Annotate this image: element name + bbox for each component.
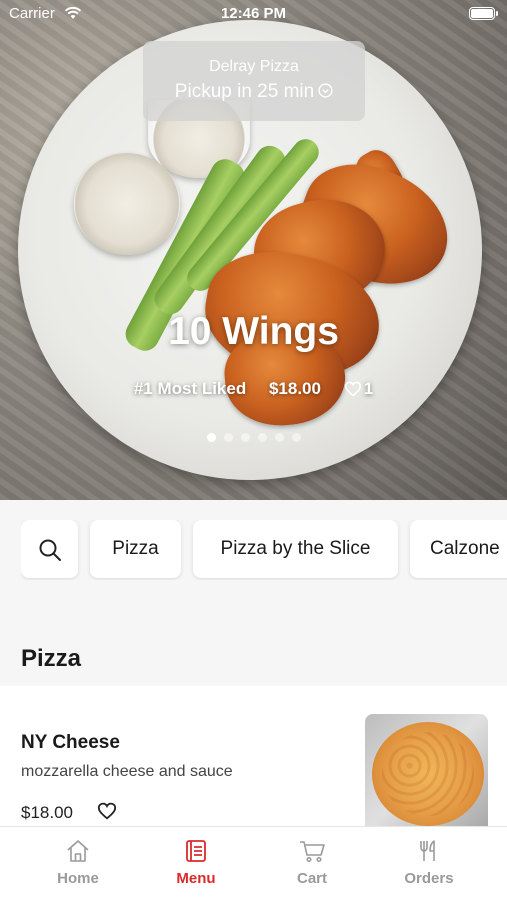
section-title: Pizza	[21, 645, 82, 672]
store-selector[interactable]: Delray Pizza Pickup in 25 min	[143, 41, 365, 121]
pizza-image	[372, 722, 484, 826]
battery-icon	[469, 7, 498, 20]
tab-label: Menu	[176, 870, 216, 887]
hero-meta: #1 Most Liked $18.00 1	[0, 379, 507, 399]
carousel-dot[interactable]	[257, 433, 267, 442]
carousel-dot[interactable]	[206, 433, 216, 442]
cart-icon	[300, 841, 325, 863]
heart-icon[interactable]	[97, 802, 117, 820]
utensils-icon	[420, 840, 435, 861]
heart-icon	[344, 381, 361, 397]
tab-cart[interactable]: Cart	[249, 827, 375, 900]
tab-home[interactable]: Home	[15, 827, 141, 900]
carousel-dots[interactable]	[0, 429, 507, 447]
carousel-dot[interactable]	[240, 433, 250, 442]
tab-label: Home	[57, 870, 99, 887]
hero-tag: #1 Most Liked	[133, 379, 247, 398]
category-bar: Pizza Pizza by the Slice Calzone	[21, 520, 507, 580]
tab-menu[interactable]: Menu	[133, 827, 259, 900]
item-description: mozzarella cheese and sauce	[21, 763, 233, 780]
category-chip-pizza-by-the-slice[interactable]: Pizza by the Slice	[193, 520, 398, 578]
carousel-dot[interactable]	[223, 433, 233, 442]
store-name: Delray Pizza	[209, 58, 299, 75]
hero-like-button[interactable]: 1	[344, 379, 373, 398]
status-time: 12:46 PM	[220, 5, 287, 22]
home-icon	[67, 840, 89, 862]
status-bar: Carrier 12:46 PM	[0, 0, 507, 28]
hero-title: 10 Wings	[168, 310, 339, 353]
tab-label: Orders	[404, 870, 454, 887]
tab-orders[interactable]: Orders	[366, 827, 492, 900]
search-icon	[39, 539, 61, 561]
item-image[interactable]	[365, 714, 488, 826]
category-chip-pizza[interactable]: Pizza	[90, 520, 181, 578]
tab-bar: Home Menu Cart Orders	[0, 826, 507, 900]
pickup-time: Pickup in 25 min	[143, 81, 365, 103]
tab-label: Cart	[296, 870, 327, 887]
item-price: $18.00	[21, 803, 73, 822]
carousel-dot[interactable]	[274, 433, 284, 442]
item-name: NY Cheese	[21, 732, 120, 753]
dip-cup-image	[74, 153, 180, 255]
search-button[interactable]	[21, 520, 78, 578]
category-chip-calzone[interactable]: Calzone	[410, 520, 507, 578]
hero-like-count: 1	[363, 379, 374, 398]
hero-price: $18.00	[268, 379, 321, 398]
carousel-dot[interactable]	[291, 433, 301, 442]
pickup-label: Pickup in 25 min	[174, 81, 315, 102]
menu-item[interactable]: NY Cheese mozzarella cheese and sauce $1…	[0, 686, 507, 826]
chevron-down-circle-icon	[318, 83, 333, 98]
menu-icon	[186, 840, 206, 862]
